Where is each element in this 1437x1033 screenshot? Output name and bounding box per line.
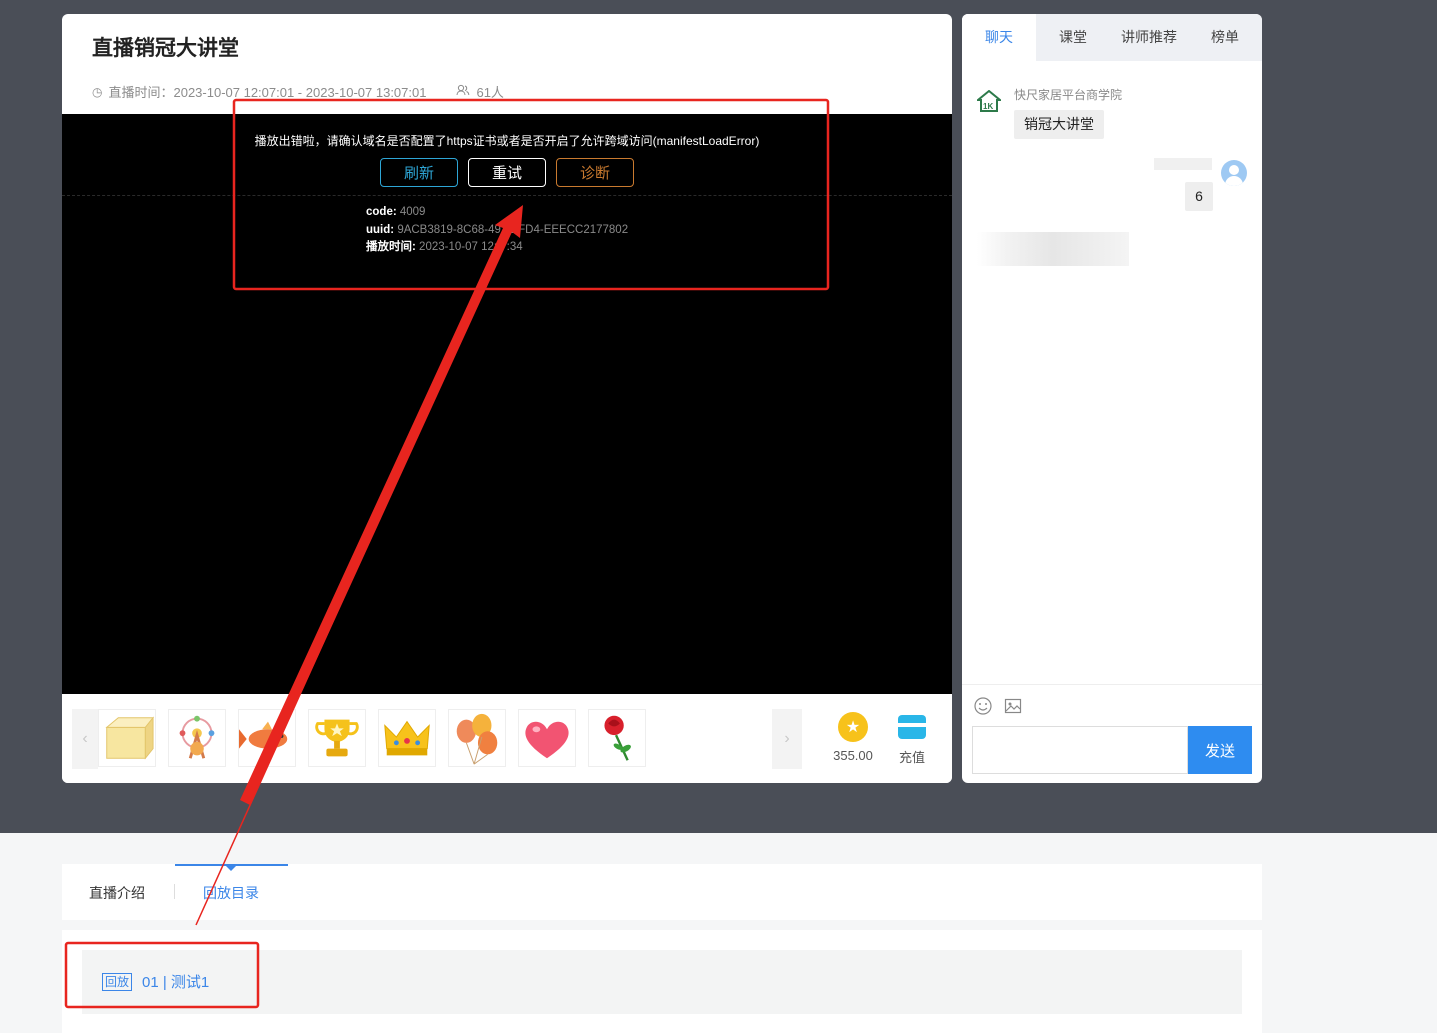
- replay-title[interactable]: 01 | 测试1: [142, 971, 209, 992]
- tab-lecturer[interactable]: 讲师推荐: [1110, 14, 1188, 61]
- viewer-count: 61人: [456, 82, 504, 101]
- recharge-label: 充值: [898, 750, 925, 765]
- balloons-icon[interactable]: [448, 709, 506, 767]
- gift-bar: ‹ › ★ 355.00 充值: [62, 694, 952, 783]
- uuid-label: uuid:: [366, 223, 395, 236]
- gift-box-icon[interactable]: [98, 709, 156, 767]
- chat-tabs: 聊天 课堂 讲师推荐 榜单: [962, 14, 1262, 61]
- play-time-value: 2023-10-07 12:2 :34: [419, 241, 523, 253]
- error-actions: 刷新 重试 诊断: [62, 158, 952, 187]
- tab-replay-list[interactable]: 回放目录: [203, 883, 259, 903]
- live-meta: ◷ 直播时间：2023-10-07 12:07:01 - 2023-10-07 …: [92, 82, 504, 101]
- image-icon[interactable]: [1004, 697, 1022, 715]
- message-blurred: [977, 232, 1129, 266]
- coin-icon: ★: [838, 712, 868, 742]
- caret-down-icon: [226, 866, 236, 871]
- koi-fish-icon[interactable]: [238, 709, 296, 767]
- message-sender: 快尺家居平台商学院: [1014, 88, 1123, 102]
- emoji-icon[interactable]: [974, 697, 992, 715]
- play-time-label: 播放时间:: [366, 241, 416, 253]
- uuid-value: 9ACB3819-8C68-491 BFD4-EEECC2177802: [397, 223, 629, 236]
- chat-input[interactable]: [972, 726, 1188, 774]
- replay-tag: 回放: [102, 973, 133, 991]
- list-item[interactable]: 回放 01 | 测试1: [82, 950, 1242, 1014]
- crown-icon[interactable]: [378, 709, 436, 767]
- viewer-count-text: 61人: [476, 85, 504, 100]
- diagnose-button[interactable]: 诊断: [556, 158, 634, 187]
- divider: [62, 195, 952, 196]
- message-bubble: 6: [1185, 182, 1213, 211]
- live-title: 直播销冠大讲堂: [92, 37, 239, 60]
- refresh-button[interactable]: 刷新: [380, 158, 458, 187]
- trophy-icon[interactable]: [308, 709, 366, 767]
- tab-classroom[interactable]: 课堂: [1036, 14, 1110, 61]
- coin-balance-value: 355.00: [833, 748, 873, 763]
- message-bubble: 销冠大讲堂: [1014, 110, 1104, 139]
- player-card: 直播销冠大讲堂 ◷ 直播时间：2023-10-07 12:07:01 - 202…: [62, 14, 952, 783]
- message-sender-blurred: [1154, 158, 1212, 170]
- send-button[interactable]: 发送: [1188, 726, 1252, 774]
- error-details: code: 4009 uuid: 9ACB3819-8C68-491 BFD4-…: [366, 204, 628, 257]
- tab-ranking[interactable]: 榜单: [1188, 14, 1262, 61]
- chat-compose: 发送: [962, 684, 1262, 783]
- clock-icon: ◷: [92, 84, 103, 99]
- user-avatar-icon: [1221, 160, 1247, 186]
- chat-panel: 聊天 课堂 讲师推荐 榜单 1K 快尺家居平台商学院 销冠大讲堂 6 发送: [962, 14, 1262, 783]
- retry-button[interactable]: 重试: [468, 158, 546, 187]
- tab-chat[interactable]: 聊天: [962, 14, 1036, 61]
- ferris-wheel-icon[interactable]: [168, 709, 226, 767]
- heart-icon[interactable]: [518, 709, 576, 767]
- lower-tabs: 直播介绍 回放目录: [62, 864, 1262, 920]
- chevron-right-icon[interactable]: ›: [772, 709, 802, 769]
- card-icon: [898, 715, 926, 739]
- code-label: code:: [366, 206, 397, 218]
- chevron-left-icon[interactable]: ‹: [72, 709, 98, 769]
- tab-live-intro[interactable]: 直播介绍: [89, 883, 145, 903]
- error-message: 播放出错啦，请确认域名是否配置了https证书或者是否开启了允许跨域访问(man…: [254, 134, 760, 148]
- replay-list: 回放 01 | 测试1: [62, 930, 1262, 1033]
- avatar: 1K: [975, 89, 1003, 112]
- rose-icon[interactable]: [588, 709, 646, 767]
- video-player[interactable]: 播放出错啦，请确认域名是否配置了https证书或者是否开启了允许跨域访问(man…: [62, 114, 952, 694]
- code-value: 4009: [399, 206, 426, 218]
- live-time: 直播时间：2023-10-07 12:07:01 - 2023-10-07 13…: [108, 85, 427, 100]
- svg-text:1K: 1K: [983, 102, 993, 111]
- users-icon: [456, 84, 470, 99]
- coin-balance: ★ 355.00: [827, 712, 879, 763]
- divider: [174, 884, 175, 899]
- recharge-button[interactable]: 充值: [892, 712, 932, 766]
